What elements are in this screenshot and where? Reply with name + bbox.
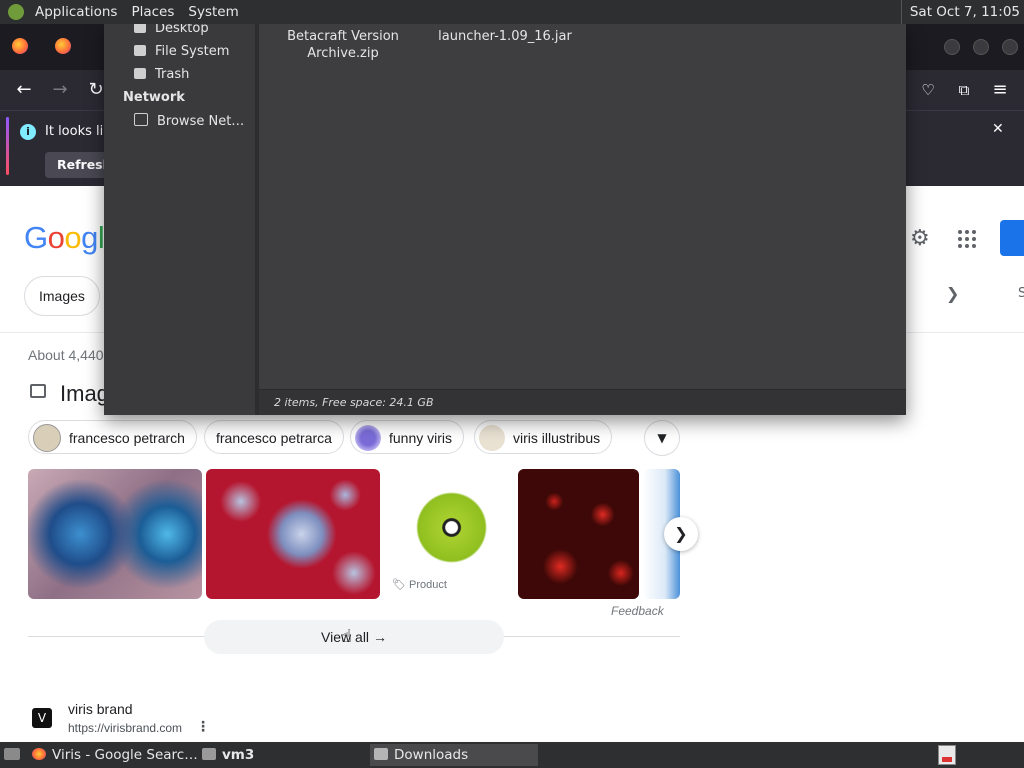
file-item[interactable]: launcher-1.09_16.jar [435,28,575,45]
menu-system[interactable]: System [181,0,245,24]
view-all-button[interactable]: View all → [204,620,504,654]
trash-applet-icon[interactable] [938,745,956,765]
suggestion-label: funny viris [389,430,453,446]
info-icon: i [20,124,36,140]
task-downloads[interactable]: Downloads [370,744,538,766]
result-site-url[interactable]: https://virisbrand.com [68,721,182,735]
minimize-button[interactable] [944,39,960,55]
sidebar-item-label: File System [155,44,230,59]
sidebar-item-label: Trash [155,67,190,82]
places-sidebar: Desktop File System Trash Network Browse… [104,21,259,415]
sidebar-item-browse-network[interactable]: Browse Net… [134,113,244,129]
result-site-name[interactable]: viris brand [68,701,133,717]
product-tag: 🏷 Product [392,579,447,591]
filters-overflow: S [1018,286,1024,301]
settings-gear-icon[interactable]: ⚙ [910,226,930,251]
file-manager-window: Desktop File System Trash Network Browse… [104,21,906,415]
drive-icon [134,45,146,56]
carousel-next-icon[interactable]: ❯ [664,517,698,551]
feedback-link[interactable]: Feedback [611,604,664,618]
suggestion-chip[interactable]: francesco petrarch [28,420,197,454]
close-window-button[interactable] [1002,39,1018,55]
logo-letter: o [64,220,82,255]
network-icon [134,113,148,126]
hamburger-menu-icon[interactable]: ≡ [988,78,1012,102]
sidebar-item-file-system[interactable]: File System [134,44,229,59]
maximize-button[interactable] [973,39,989,55]
suggestion-label: viris illustribus [513,430,601,446]
show-desktop-icon[interactable] [4,748,20,760]
site-favicon-icon: V [32,708,52,728]
arrow-right-icon: → [372,629,387,645]
sign-in-button[interactable] [1000,220,1024,256]
file-name-line: Betacraft Version [287,29,399,44]
notice-accent [6,117,9,175]
notice-message: It looks lik [45,124,111,139]
images-section-heading[interactable]: Imag [60,381,109,407]
suggestion-thumbnail [479,424,505,451]
image-result[interactable]: 🏷 Product [384,469,514,599]
logo-letter: o [47,220,65,255]
folder-icon [202,748,216,760]
filter-chip-images[interactable]: Images [24,276,100,316]
logo-letter: g [81,220,98,255]
file-item[interactable]: Betacraft Version Archive.zip [281,28,405,62]
file-view[interactable]: Betacraft Version Archive.zip launcher-1… [259,24,906,389]
file-name-line: launcher-1.09_16.jar [438,29,572,44]
suggestion-label: francesco petrarca [216,430,332,446]
distro-logo-icon[interactable] [8,4,24,20]
menu-applications[interactable]: Applications [28,0,124,24]
logo-letter: G [24,220,48,255]
bottom-taskbar: Viris - Google Searc… vm3 Downloads [0,742,1024,768]
file-name-line: Archive.zip [307,46,379,61]
suggestion-label: francesco petrarch [69,430,185,446]
more-options-icon[interactable]: ⋮ [196,719,210,735]
suggestion-chip[interactable]: funny viris [350,420,465,454]
panel-clock[interactable]: Sat Oct 7, 11:05 [900,0,1020,24]
chevron-right-icon[interactable]: ❯ [946,284,959,303]
tab-favicon-icon[interactable] [55,38,71,54]
menu-places[interactable]: Places [124,0,181,24]
folder-icon [374,748,388,760]
image-result[interactable] [28,469,202,599]
google-apps-icon[interactable] [958,230,976,248]
sidebar-item-label: Browse Net… [157,114,245,129]
extensions-icon[interactable]: ⧉ [952,78,976,102]
image-icon [30,384,46,398]
task-vm3[interactable]: vm3 [202,744,364,766]
suggestion-thumbnail [355,424,381,451]
task-label: Downloads [394,747,469,763]
product-tag-label: Product [409,579,447,591]
firefox-icon [32,748,46,760]
sidebar-heading-network: Network [123,90,185,105]
result-stats: About 4,440 [28,347,104,363]
task-firefox[interactable]: Viris - Google Searc… [32,744,198,766]
close-notice-icon[interactable]: ✕ [992,121,1004,137]
chevron-down-icon[interactable]: ▼ [644,420,680,456]
suggestion-thumbnail [33,423,61,452]
hand-cursor-icon: ☝ [341,626,352,647]
back-button[interactable]: ← [12,78,36,102]
image-result[interactable] [518,469,639,599]
image-result[interactable] [206,469,380,599]
suggestion-chip[interactable]: francesco petrarca [204,420,344,454]
file-manager-status: 2 items, Free space: 24.1 GB [259,389,906,415]
google-logo[interactable]: Googl [24,220,105,256]
suggestion-chip[interactable]: viris illustribus [474,420,613,454]
trash-icon [134,68,146,79]
forward-button[interactable]: → [48,78,72,102]
firefox-view-icon[interactable] [12,38,28,54]
pocket-icon[interactable]: ♡ [916,78,940,102]
sidebar-item-trash[interactable]: Trash [134,67,189,82]
task-label: vm3 [222,747,255,763]
task-label: Viris - Google Searc… [52,747,198,763]
top-panel: Applications Places System Sat Oct 7, 11… [0,0,1024,24]
